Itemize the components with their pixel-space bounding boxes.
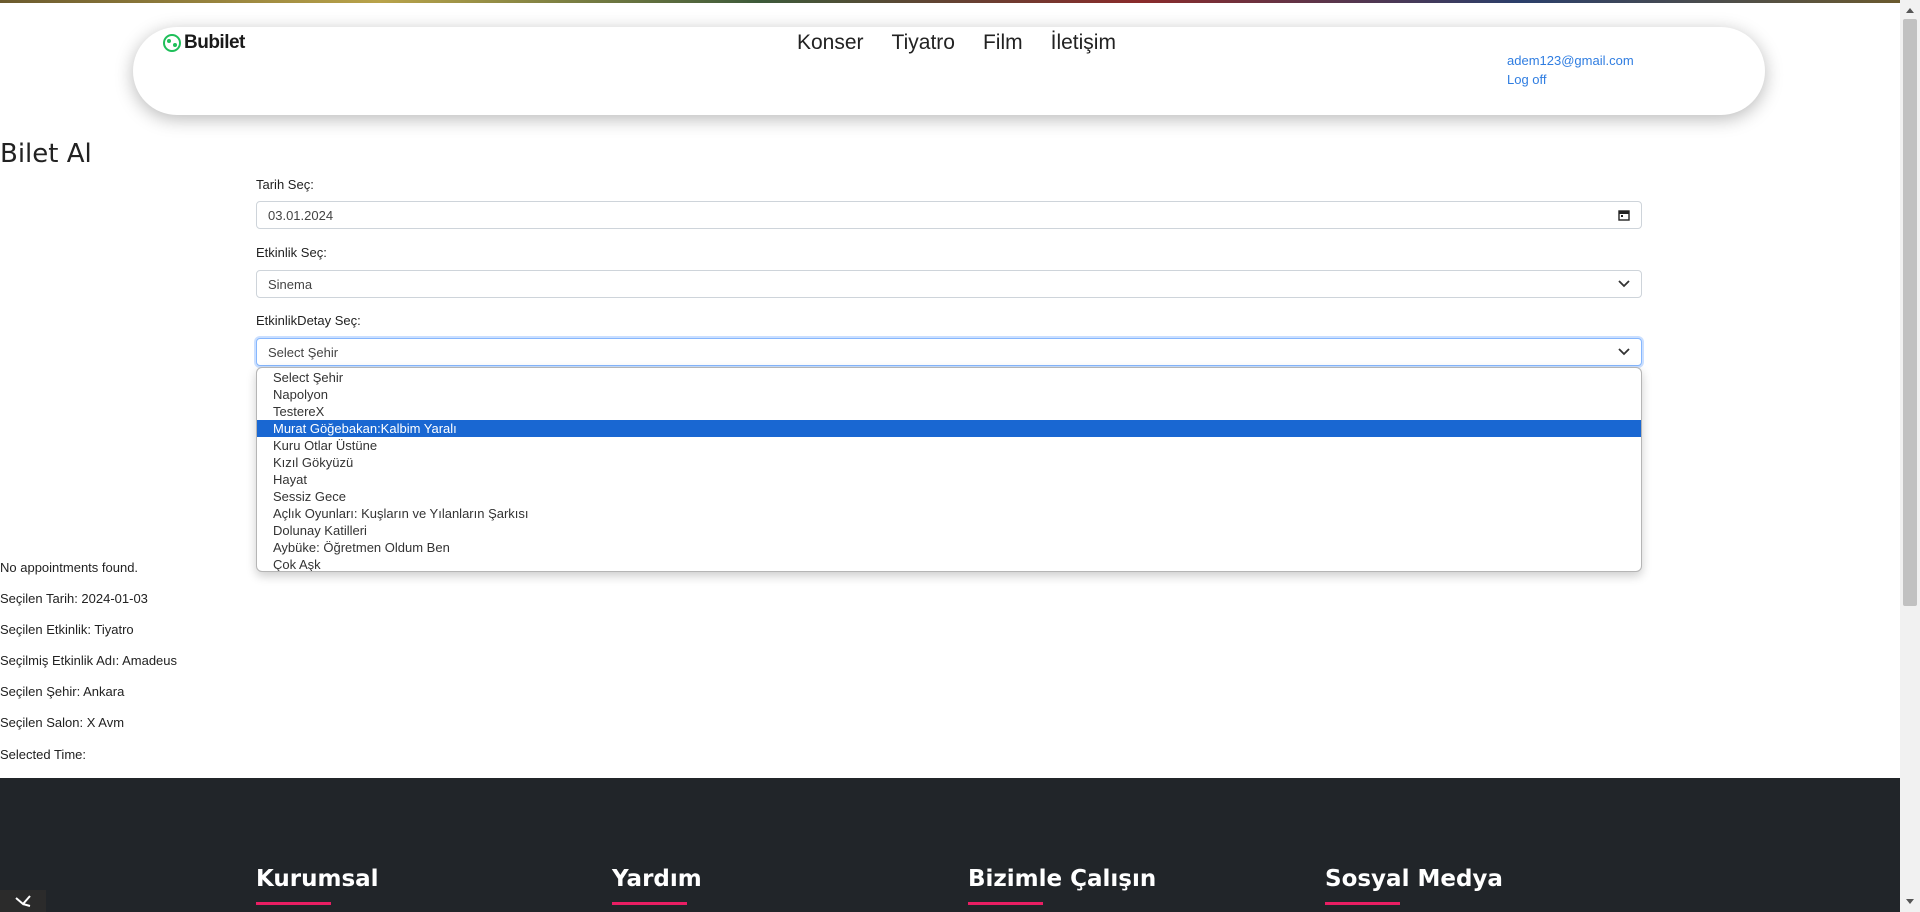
event-label: Etkinlik Seç: [256, 245, 327, 260]
browser-link-icon[interactable] [0, 890, 46, 912]
selected-city-text: Seçilen Şehir: Ankara [0, 684, 125, 699]
calendar-icon[interactable] [1617, 208, 1631, 222]
chevron-down-icon [1617, 345, 1631, 359]
scroll-down-icon[interactable] [1904, 894, 1916, 906]
date-value: 03.01.2024 [268, 207, 334, 223]
detail-dropdown-list: Select Şehir Napolyon TestereX Murat Göğ… [256, 367, 1642, 572]
logo-text: Bubilet [184, 32, 245, 53]
browser-top-strip [0, 0, 1900, 3]
footer-underline [1325, 902, 1400, 905]
no-appointments-text: No appointments found. [0, 560, 139, 575]
dropdown-option[interactable]: Kızıl Gökyüzü [257, 454, 1641, 471]
selected-date-text: Seçilen Tarih: 2024-01-03 [0, 591, 148, 606]
dropdown-option[interactable]: Sessiz Gece [257, 488, 1641, 505]
event-select[interactable]: Sinema [256, 270, 1642, 298]
nav-film[interactable]: Film [983, 30, 1023, 56]
footer-underline [612, 902, 687, 905]
selected-event-name-text: Seçilmiş Etkinlik Adı: Amadeus [0, 653, 178, 668]
user-box: adem123@gmail.com Log off [1507, 51, 1634, 89]
dropdown-option[interactable]: Aybüke: Öğretmen Oldum Ben [257, 539, 1641, 556]
detail-select-value: Select Şehir [268, 344, 339, 360]
footer-heading-yardim: Yardım [612, 866, 702, 892]
footer-heading-bizimle-calisin: Bizimle Çalışın [968, 866, 1157, 892]
dropdown-option[interactable]: Hayat [257, 471, 1641, 488]
user-email-link[interactable]: adem123@gmail.com [1507, 51, 1634, 70]
nav-iletisim[interactable]: İletişim [1051, 30, 1116, 56]
selected-time-text: Selected Time: [0, 747, 86, 762]
selected-hall-text: Seçilen Salon: X Avm [0, 715, 125, 730]
detail-select[interactable]: Select Şehir [256, 338, 1642, 366]
date-input[interactable]: 03.01.2024 [256, 201, 1642, 229]
nav-konser[interactable]: Konser [797, 30, 864, 56]
selected-event-text: Seçilen Etkinlik: Tiyatro [0, 622, 134, 637]
scroll-up-icon[interactable] [1904, 4, 1916, 16]
dropdown-option[interactable]: Dolunay Katilleri [257, 522, 1641, 539]
main-nav: Konser Tiyatro Film İletişim [797, 30, 1144, 56]
dropdown-option-highlighted[interactable]: Murat Göğebakan:Kalbim Yaralı [257, 420, 1641, 437]
detail-label: EtkinlikDetay Seç: [256, 313, 361, 328]
footer-heading-kurumsal: Kurumsal [256, 866, 379, 892]
dropdown-option[interactable]: Select Şehir [257, 369, 1641, 386]
date-label: Tarih Seç: [256, 177, 314, 192]
dropdown-option[interactable]: Açlık Oyunları: Kuşların ve Yılanların Ş… [257, 505, 1641, 522]
logoff-link[interactable]: Log off [1507, 70, 1634, 89]
footer-heading-sosyal-medya: Sosyal Medya [1325, 866, 1503, 892]
page-title: Bilet Al [0, 139, 92, 169]
footer-underline [256, 902, 331, 905]
chevron-down-icon [1617, 277, 1631, 291]
logo-icon [162, 32, 182, 54]
dropdown-option[interactable]: Kuru Otlar Üstüne [257, 437, 1641, 454]
event-select-value: Sinema [268, 276, 313, 292]
dropdown-option[interactable]: TestereX [257, 403, 1641, 420]
footer-underline [968, 902, 1043, 905]
dropdown-option[interactable]: Çok Aşk [257, 556, 1641, 571]
nav-tiyatro[interactable]: Tiyatro [892, 30, 955, 56]
logo[interactable]: Bubilet [162, 30, 245, 56]
dropdown-option[interactable]: Napolyon [257, 386, 1641, 403]
scrollbar-thumb[interactable] [1903, 19, 1917, 606]
